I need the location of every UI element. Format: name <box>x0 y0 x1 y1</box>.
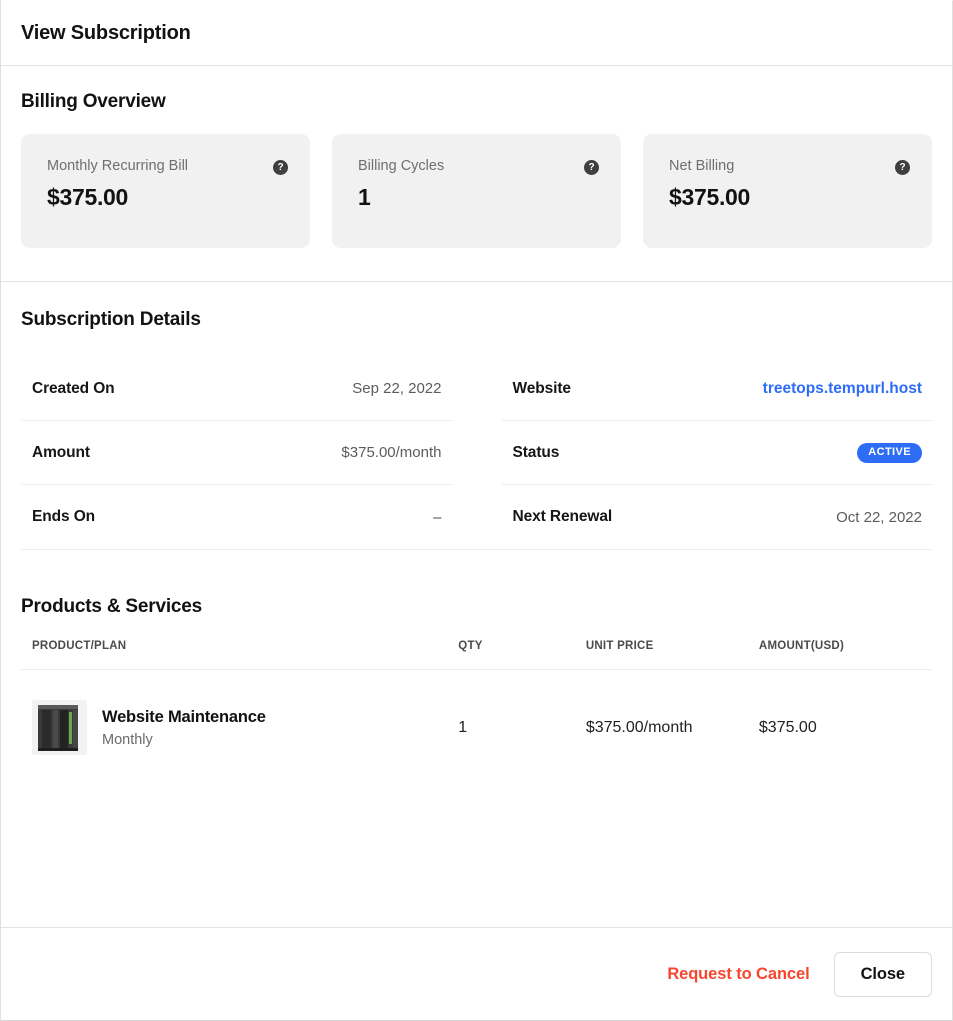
billing-card-header: Monthly Recurring Bill ? <box>47 158 288 175</box>
detail-row-created-on: Created On Sep 22, 2022 <box>21 357 452 421</box>
column-header-qty: QTY <box>458 640 586 670</box>
column-header-unit-price: UNIT PRICE <box>586 640 759 670</box>
detail-row-website: Website treetops.tempurl.host <box>502 357 933 421</box>
billing-card-label: Net Billing <box>669 158 734 175</box>
products-services-heading: Products & Services <box>21 596 932 618</box>
cell-unit-price: $375.00/month <box>586 670 759 756</box>
billing-card-header: Net Billing ? <box>669 158 910 175</box>
detail-value: – <box>433 509 441 526</box>
billing-card-header: Billing Cycles ? <box>358 158 599 175</box>
status-badge: ACTIVE <box>857 443 922 463</box>
detail-row-status: Status ACTIVE <box>502 421 933 485</box>
table-header-row: PRODUCT/PLAN QTY UNIT PRICE AMOUNT(USD) <box>21 640 932 670</box>
billing-cards-row: Monthly Recurring Bill ? $375.00 Billing… <box>21 134 932 248</box>
dialog-footer: Request to Cancel Close <box>1 927 952 1020</box>
request-to-cancel-button[interactable]: Request to Cancel <box>663 957 813 992</box>
billing-card-label: Monthly Recurring Bill <box>47 158 188 175</box>
detail-label: Ends On <box>32 508 95 526</box>
product-name: Website Maintenance <box>102 707 266 728</box>
subscription-details-grid: Created On Sep 22, 2022 Amount $375.00/m… <box>21 357 932 549</box>
cell-product-plan: Website Maintenance Monthly <box>21 670 458 756</box>
detail-row-ends-on: Ends On – <box>21 485 452 549</box>
products-table: PRODUCT/PLAN QTY UNIT PRICE AMOUNT(USD) <box>21 640 932 755</box>
cell-qty: 1 <box>458 670 586 756</box>
billing-overview-heading: Billing Overview <box>21 91 932 113</box>
subscription-details-heading: Subscription Details <box>21 309 932 331</box>
server-rack-image-thumbnail <box>32 700 87 755</box>
detail-label: Status <box>513 444 560 462</box>
products-services-section: Products & Services PRODUCT/PLAN QTY UNI… <box>1 550 952 927</box>
detail-row-amount: Amount $375.00/month <box>21 421 452 485</box>
billing-card-net-billing: Net Billing ? $375.00 <box>643 134 932 248</box>
website-link[interactable]: treetops.tempurl.host <box>763 380 922 398</box>
dialog-header: View Subscription <box>1 1 952 66</box>
products-table-head: PRODUCT/PLAN QTY UNIT PRICE AMOUNT(USD) <box>21 640 932 670</box>
column-header-amount: AMOUNT(USD) <box>759 640 932 670</box>
page-title: View Subscription <box>21 22 191 45</box>
detail-value: Oct 22, 2022 <box>836 509 922 526</box>
product-cell: Website Maintenance Monthly <box>21 700 458 755</box>
detail-label: Created On <box>32 380 115 398</box>
table-row: Website Maintenance Monthly 1 $375.00/mo… <box>21 670 932 756</box>
detail-value: $375.00/month <box>341 444 441 461</box>
view-subscription-dialog: View Subscription Billing Overview Month… <box>0 0 953 1021</box>
detail-label: Website <box>513 380 571 398</box>
billing-card-billing-cycles: Billing Cycles ? 1 <box>332 134 621 248</box>
subscription-details-left-column: Created On Sep 22, 2022 Amount $375.00/m… <box>21 357 452 549</box>
cell-amount: $375.00 <box>759 670 932 756</box>
billing-card-value: 1 <box>358 184 599 211</box>
help-circle-icon[interactable]: ? <box>584 160 599 175</box>
detail-label: Next Renewal <box>513 508 613 526</box>
product-plan-period: Monthly <box>102 732 266 748</box>
help-circle-icon[interactable]: ? <box>895 160 910 175</box>
billing-card-monthly-recurring-bill: Monthly Recurring Bill ? $375.00 <box>21 134 310 248</box>
products-table-body: Website Maintenance Monthly 1 $375.00/mo… <box>21 670 932 756</box>
billing-card-label: Billing Cycles <box>358 158 444 175</box>
detail-label: Amount <box>32 444 90 462</box>
subscription-details-section: Subscription Details Created On Sep 22, … <box>1 282 952 550</box>
subscription-details-right-column: Website treetops.tempurl.host Status ACT… <box>502 357 933 549</box>
detail-value: Sep 22, 2022 <box>352 380 441 397</box>
product-text-block: Website Maintenance Monthly <box>102 707 266 748</box>
help-circle-icon[interactable]: ? <box>273 160 288 175</box>
close-button[interactable]: Close <box>834 952 932 997</box>
billing-card-value: $375.00 <box>47 184 288 211</box>
detail-row-next-renewal: Next Renewal Oct 22, 2022 <box>502 485 933 549</box>
billing-card-value: $375.00 <box>669 184 910 211</box>
billing-overview-section: Billing Overview Monthly Recurring Bill … <box>1 66 952 282</box>
column-header-product-plan: PRODUCT/PLAN <box>21 640 458 670</box>
